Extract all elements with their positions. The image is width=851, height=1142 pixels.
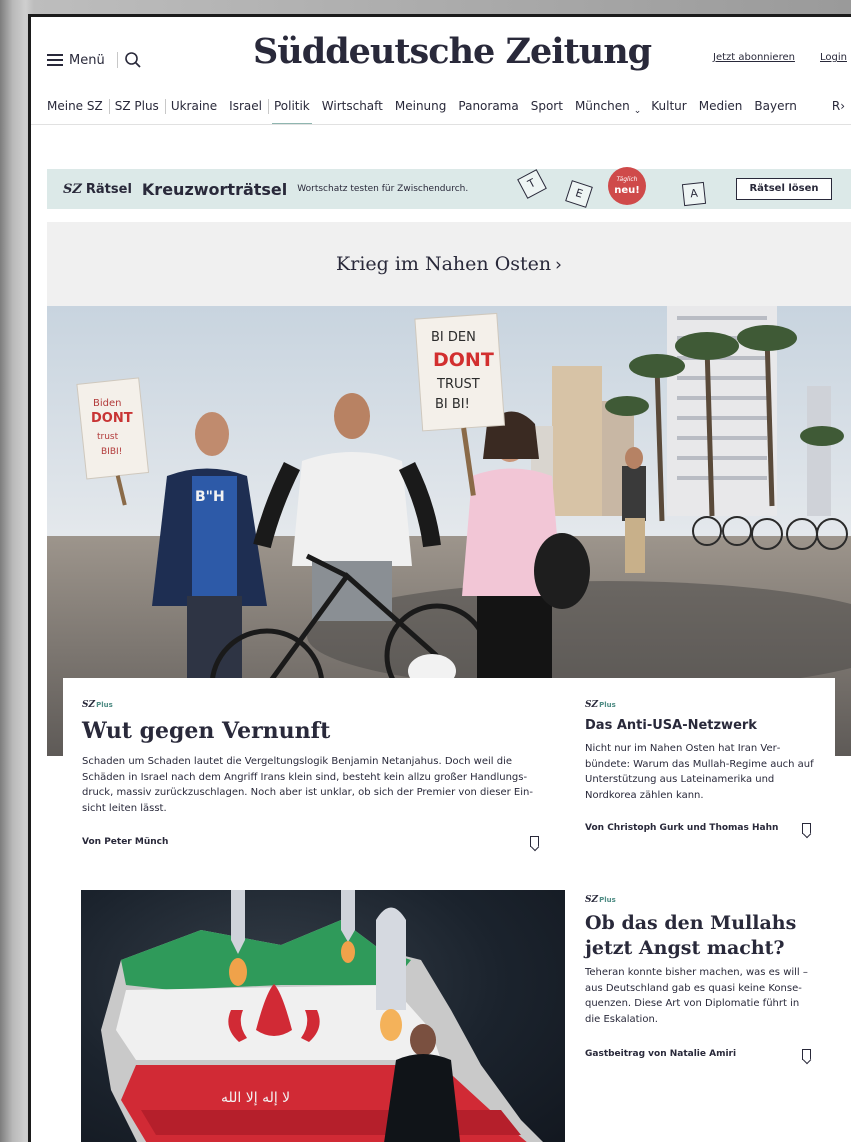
- iran-map-illustration: لا إله إلا الله: [101, 890, 543, 1142]
- header-divider: [117, 52, 118, 68]
- solve-puzzle-button[interactable]: Rätsel lösen: [736, 178, 832, 200]
- nav-item[interactable]: Sport: [525, 97, 569, 124]
- sz-plus-plus: Plus: [599, 896, 616, 904]
- section-header[interactable]: Krieg im Nahen Osten ›: [47, 222, 851, 306]
- login-link[interactable]: Login: [820, 52, 847, 63]
- main-navigation: Meine SZ SZ Plus Ukraine Israel Politik Wirts…: [31, 97, 851, 125]
- sign-right-line: BI DEN: [431, 330, 476, 345]
- side-article-title[interactable]: Das Anti-USA-Netzwerk: [585, 718, 757, 733]
- letter-tile: A: [681, 181, 707, 207]
- sz-plus-label: SZPlus: [585, 895, 616, 905]
- nav-overflow-label: R: [831, 99, 841, 113]
- sign-left-line: trust: [97, 432, 119, 442]
- promo-title: Kreuzworträtsel: [141, 179, 288, 199]
- sz-plus-brand: SZ: [585, 895, 599, 905]
- image-inscription: لا إله إلا الله: [221, 1090, 290, 1106]
- sz-plus-plus: Plus: [96, 701, 113, 709]
- lead-article-card: SZPlus Wut gegen Vernunft Schaden um Sch…: [63, 678, 835, 858]
- side-article-teaser[interactable]: Nicht nur im Nahen Osten hat Iran Ver­bü…: [585, 741, 815, 803]
- promo-brand-raetsel: Rätsel: [85, 181, 132, 197]
- sign-left-line: BIBI!: [101, 447, 122, 457]
- nav-item[interactable]: Bayern: [748, 97, 802, 124]
- bookmark-icon[interactable]: [802, 823, 811, 834]
- nav-item[interactable]: Medien: [693, 97, 749, 124]
- lead-article-teaser[interactable]: Schaden um Schaden lautet die Vergeltung…: [82, 754, 548, 816]
- subscribe-link[interactable]: Jetzt abonnieren: [713, 52, 795, 63]
- row2-article-author: Gastbeitrag von Natalie Amiri: [585, 1049, 737, 1059]
- sz-plus-brand: SZ: [585, 700, 599, 710]
- side-article-author: Von Christoph Gurk und Thomas Hahn: [585, 823, 779, 833]
- nav-item[interactable]: München: [569, 97, 636, 124]
- badge-top: Täglich: [616, 176, 638, 183]
- chevron-right-icon: ›: [555, 255, 562, 275]
- sz-plus-plus: Plus: [599, 701, 616, 709]
- site-header: Menü Süddeutsche Zeitung Jetzt abonniere…: [31, 17, 851, 97]
- nav-item[interactable]: Politik: [268, 97, 316, 124]
- bookmark-icon[interactable]: [530, 836, 539, 847]
- row2-article-teaser[interactable]: Teheran konnte bisher machen, was es wil…: [585, 965, 817, 1027]
- sz-plus-label: SZPlus: [585, 700, 616, 710]
- sign-right-line: DONT: [433, 349, 494, 371]
- promo-brand-sz: SZ: [63, 181, 82, 197]
- crossword-promo-banner[interactable]: SZ Rätsel Kreuzworträtsel Wortschatz tes…: [47, 169, 851, 209]
- badge-main: neu!: [614, 185, 640, 196]
- sign-left-line: Biden: [93, 398, 121, 409]
- site-logo[interactable]: Süddeutsche Zeitung: [253, 31, 652, 79]
- shirt-text: B"H: [195, 489, 225, 505]
- daily-new-badge: Täglich neu!: [608, 167, 646, 205]
- sign-left-line: DONT: [91, 411, 133, 426]
- chevron-right-icon: ›: [840, 99, 845, 113]
- nav-item[interactable]: Panorama: [452, 97, 524, 124]
- nav-item[interactable]: Kultur: [645, 97, 692, 124]
- section-title: Krieg im Nahen Osten: [336, 253, 552, 275]
- iran-missile-image[interactable]: لا إله إلا الله: [81, 890, 565, 1142]
- nav-item[interactable]: Meinung: [389, 97, 453, 124]
- nav-overflow[interactable]: R›: [825, 97, 845, 115]
- menu-button[interactable]: Menü: [47, 50, 105, 70]
- lead-article-author: Von Peter Münch: [82, 837, 169, 847]
- menu-label: Menü: [69, 52, 105, 68]
- sz-plus-brand: SZ: [82, 700, 96, 710]
- bookmark-icon[interactable]: [802, 1049, 811, 1060]
- nav-item[interactable]: Wirtschaft: [316, 97, 389, 124]
- sz-plus-label: SZPlus: [82, 700, 113, 710]
- hamburger-icon: [47, 54, 63, 66]
- browser-page: Menü Süddeutsche Zeitung Jetzt abonniere…: [31, 17, 851, 1142]
- row2-article-title[interactable]: Ob das den Mullahs jetzt Angst macht?: [585, 911, 815, 961]
- lead-article-title[interactable]: Wut gegen Vernunft: [82, 718, 330, 744]
- search-icon[interactable]: [124, 51, 142, 69]
- nav-item[interactable]: Ukraine: [165, 97, 223, 124]
- nav-item[interactable]: Meine SZ: [47, 97, 110, 124]
- sign-right-line: TRUST: [436, 377, 480, 392]
- nav-item[interactable]: Israel: [223, 97, 269, 124]
- sign-right-line: BI BI!: [435, 397, 470, 412]
- nav-item[interactable]: SZ Plus: [109, 97, 166, 124]
- promo-subtitle: Wortschatz testen für Zwischendurch.: [297, 184, 469, 194]
